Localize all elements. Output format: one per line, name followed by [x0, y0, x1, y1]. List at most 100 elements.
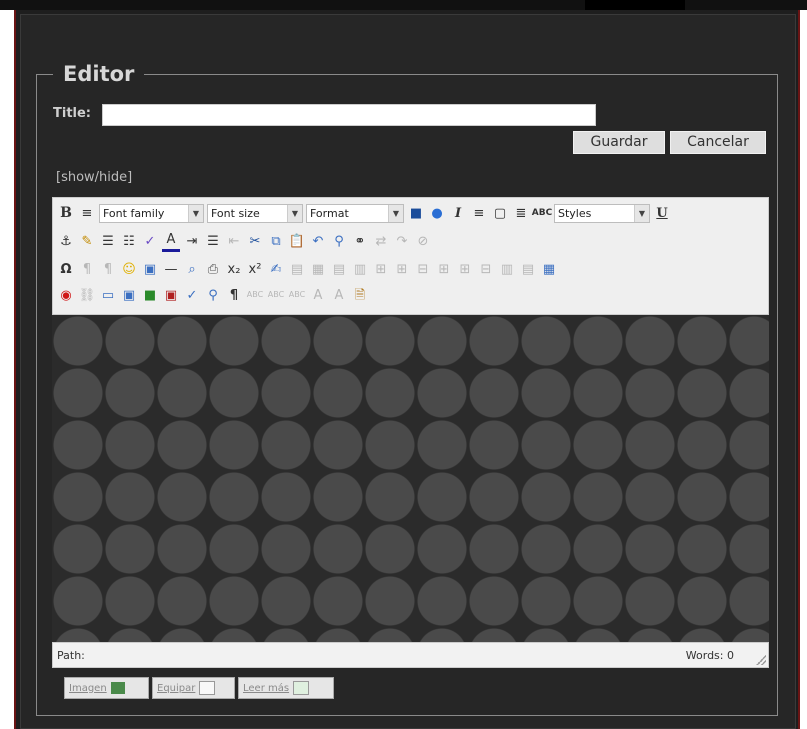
ltr-icon[interactable]: ¶ — [78, 260, 96, 278]
rtl-icon[interactable]: ¶ — [99, 260, 117, 278]
hr-icon[interactable]: — — [162, 260, 180, 278]
omega-icon[interactable]: Ω — [57, 260, 75, 278]
abs-icon[interactable]: ▣ — [120, 286, 138, 304]
search-icon[interactable]: ⚲ — [330, 232, 348, 250]
pilcrow-icon[interactable]: ¶ — [225, 286, 243, 304]
format-select[interactable]: Format ▼ — [306, 203, 404, 223]
subscript-icon[interactable]: x₂ — [225, 260, 243, 278]
replace-icon[interactable]: ⇄ — [372, 232, 390, 250]
read-more-icon — [293, 681, 310, 695]
chevron-down-icon: ▼ — [634, 204, 649, 222]
resize-grip-icon[interactable] — [756, 655, 766, 665]
insert-row-after-icon[interactable]: ⊞ — [393, 260, 411, 278]
editor-statusbar: Path: Words: 0 — [52, 642, 769, 668]
chevron-down-icon: ▼ — [287, 204, 302, 222]
highlight-icon[interactable]: ✎ — [78, 232, 96, 250]
format-label: Format — [310, 206, 349, 220]
cell-props-icon[interactable]: ▥ — [351, 260, 369, 278]
justify-icon[interactable]: ≣ — [512, 204, 530, 222]
find-icon[interactable]: ⚭ — [351, 232, 369, 250]
split-cells-icon[interactable]: ▥ — [498, 260, 516, 278]
insert-row-before-icon[interactable]: ⊞ — [372, 260, 390, 278]
preview-icon[interactable]: ⌕ — [183, 260, 201, 278]
merge-cells-icon[interactable]: ▤ — [519, 260, 537, 278]
emoticon-icon[interactable]: ☺ — [120, 260, 138, 278]
insert-col-before-icon[interactable]: ⊞ — [435, 260, 453, 278]
help-icon[interactable]: ● — [428, 204, 446, 222]
title-input[interactable] — [102, 104, 596, 126]
image-icon[interactable]: ■ — [141, 286, 159, 304]
row-props-icon[interactable]: ▤ — [330, 260, 348, 278]
insert-image-button[interactable]: Imagen — [64, 677, 149, 699]
print-icon[interactable]: ⎙ — [204, 260, 222, 278]
read-more-button[interactable]: Leer más — [238, 677, 334, 699]
text-color-icon[interactable]: A — [162, 231, 180, 252]
indent-icon[interactable]: ⇥ — [183, 232, 201, 250]
list-icon[interactable]: ☰ — [204, 232, 222, 250]
redo-icon[interactable]: ↷ — [393, 232, 411, 250]
abc-icon[interactable]: ABC — [532, 204, 552, 222]
spellcheck-icon[interactable]: ✓ — [183, 286, 201, 304]
insert-col-after-icon[interactable]: ⊞ — [456, 260, 474, 278]
media-icon[interactable]: ▣ — [141, 260, 159, 278]
record-icon[interactable]: ◉ — [57, 286, 75, 304]
chevron-down-icon: ▼ — [388, 204, 403, 222]
page-break-icon — [199, 681, 216, 695]
template-icon[interactable]: ▤ — [288, 260, 306, 278]
unlink-icon[interactable]: ⊘ — [414, 232, 432, 250]
toolbar-row-4: ◉ ⛓ ▭ ▣ ■ ▣ ✓ ⚲ ¶ ABC ABC ABC A A 🗎 — [57, 283, 369, 307]
numbered-list-icon[interactable]: ☷ — [120, 232, 138, 250]
bullet-list-icon[interactable]: ☰ — [99, 232, 117, 250]
table-icon[interactable]: ▦ — [309, 260, 327, 278]
acronym-icon[interactable]: ABC — [288, 286, 306, 304]
ins-icon[interactable]: A — [330, 286, 348, 304]
cancel-button[interactable]: Cancelar — [670, 131, 766, 154]
table-grid-icon[interactable]: ▦ — [540, 260, 558, 278]
outdent-icon[interactable]: ⇤ — [225, 232, 243, 250]
delete-col-icon[interactable]: ⊟ — [477, 260, 495, 278]
layer-icon[interactable]: ▭ — [99, 286, 117, 304]
path-label: Path: — [57, 649, 85, 662]
edit-icon[interactable]: ✍ — [267, 260, 285, 278]
font-size-label: Font size — [211, 206, 260, 220]
insert-page-break-button[interactable]: Equipar — [152, 677, 235, 699]
cite-icon[interactable]: ABC — [246, 286, 264, 304]
chevron-down-icon: ▼ — [188, 204, 203, 222]
font-family-select[interactable]: Font family ▼ — [99, 203, 204, 223]
font-family-label: Font family — [103, 206, 165, 220]
align-center-icon[interactable]: ■ — [407, 204, 425, 222]
align-left-icon[interactable]: ≡ — [78, 204, 96, 222]
new-document-icon[interactable]: ▢ — [491, 204, 509, 222]
copy-icon[interactable]: ⧉ — [267, 232, 285, 250]
font-size-select[interactable]: Font size ▼ — [207, 203, 303, 223]
title-label: Title: — [53, 106, 92, 121]
cleanup-icon[interactable]: ✓ — [141, 232, 159, 250]
show-hide-link[interactable]: [show/hide] — [56, 170, 132, 185]
editor-content-area[interactable] — [52, 315, 769, 642]
del-icon[interactable]: A — [309, 286, 327, 304]
attribs-icon[interactable]: 🗎 — [351, 286, 369, 304]
image-icon — [110, 682, 125, 694]
italic-icon[interactable]: I — [449, 204, 467, 222]
bold-icon[interactable]: B — [57, 204, 75, 222]
paste-icon[interactable]: 📋 — [288, 232, 306, 250]
styles-select[interactable]: Styles ▼ — [554, 203, 650, 223]
html-icon[interactable]: ▣ — [162, 286, 180, 304]
save-button[interactable]: Guardar — [573, 131, 665, 154]
underline-icon[interactable]: U — [653, 204, 671, 222]
find-replace-icon[interactable]: ⚲ — [204, 286, 222, 304]
toolbar-row-2: ⚓ ✎ ☰ ☷ ✓ A ⇥ ☰ ⇤ ✂ ⧉ 📋 ↶ ⚲ ⚭ ⇄ ↷ ⊘ — [57, 229, 432, 253]
superscript-icon[interactable]: x² — [246, 260, 264, 278]
abbr-icon[interactable]: ABC — [267, 286, 285, 304]
toolbar-row-3: Ω ¶ ¶ ☺ ▣ — ⌕ ⎙ x₂ x² ✍ ▤ ▦ ▤ ▥ ⊞ ⊞ ⊟ ⊞ … — [57, 257, 558, 281]
editor-toolbar: B ≡ Font family ▼ Font size ▼ Format ▼ ■… — [52, 197, 769, 315]
align-right-icon[interactable]: ≡ — [470, 204, 488, 222]
cut-icon[interactable]: ✂ — [246, 232, 264, 250]
undo-icon[interactable]: ↶ — [309, 232, 327, 250]
word-count: Words: 0 — [685, 649, 734, 662]
anchor-icon[interactable]: ⚓ — [57, 232, 75, 250]
link-icon[interactable]: ⛓ — [78, 286, 96, 304]
toolbar-row-1: B ≡ Font family ▼ Font size ▼ Format ▼ ■… — [57, 201, 671, 225]
delete-row-icon[interactable]: ⊟ — [414, 260, 432, 278]
read-more-button-label: Leer más — [243, 682, 290, 694]
